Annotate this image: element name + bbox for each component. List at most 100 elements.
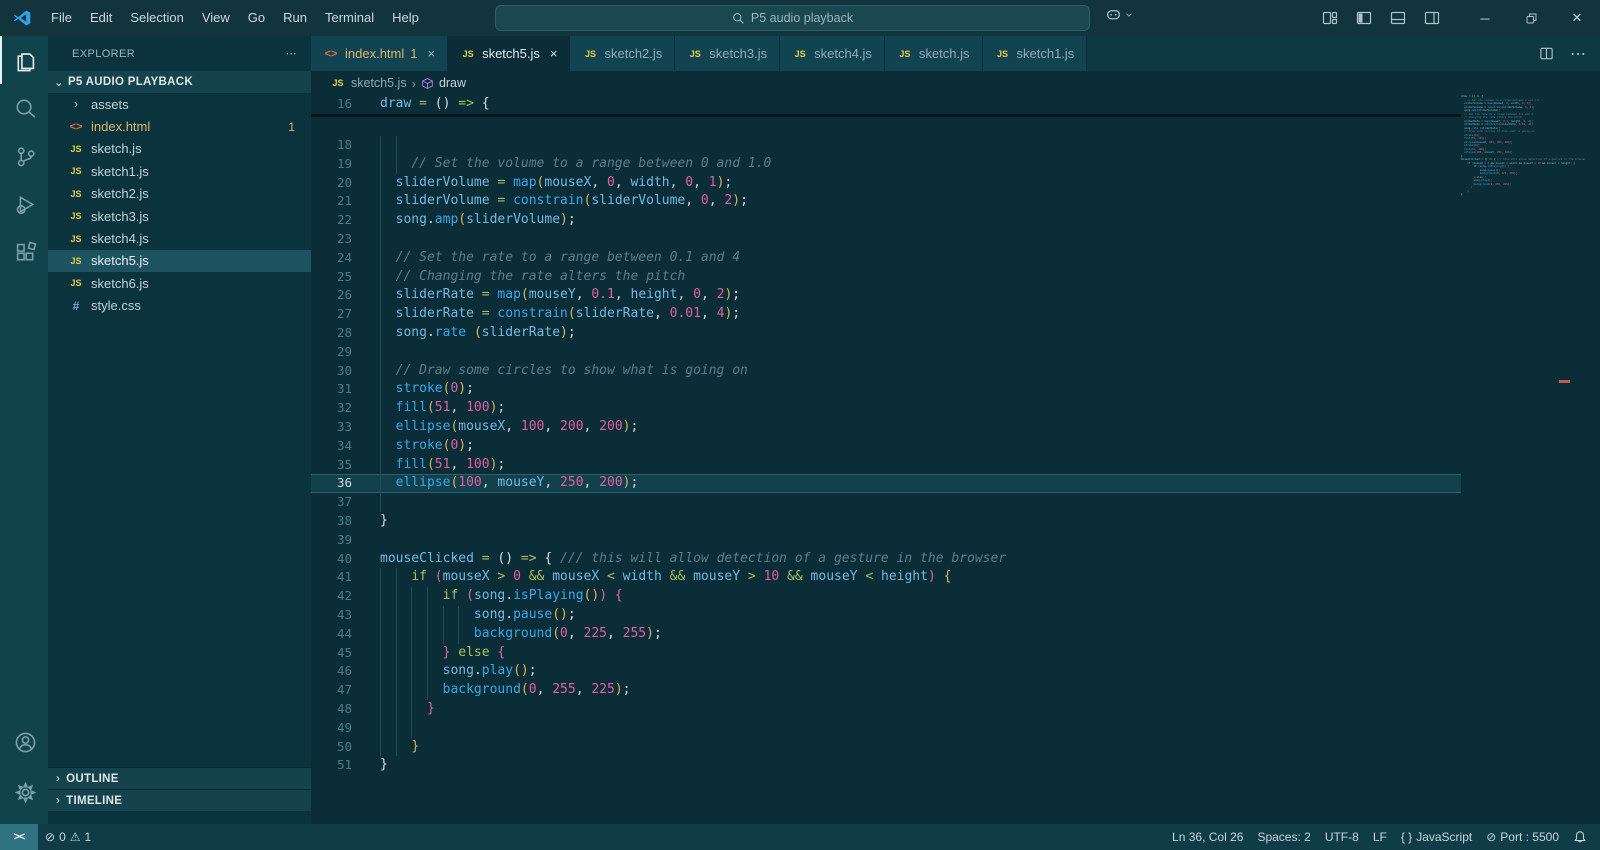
code-line-30[interactable]: 30 // Draw some circles to show what is …	[311, 361, 1461, 381]
code-line-24[interactable]: 24 // Set the rate to a range between 0.…	[311, 248, 1461, 268]
breadcrumb[interactable]: JS sketch5.js › draw	[311, 71, 1600, 95]
tab-close-icon[interactable]: ×	[427, 46, 435, 61]
code-line-26[interactable]: 26 sliderRate = map(mouseY, 0.1, height,…	[311, 286, 1461, 306]
toggle-panel-icon[interactable]	[1390, 10, 1406, 26]
code-line-37[interactable]: 37	[311, 493, 1461, 512]
code-line-18[interactable]: 18	[311, 136, 1461, 155]
code-line-45[interactable]: 45 } else {	[311, 643, 1461, 663]
tab-sketch4.js[interactable]: JS sketch4.js	[780, 36, 885, 71]
code-line-41[interactable]: 41 if (mouseX > 0 && mouseX < width && m…	[311, 568, 1461, 588]
code-line-47[interactable]: 47 background(0, 255, 225);	[311, 681, 1461, 700]
file-item-sketch6.js[interactable]: JS sketch6.js	[48, 272, 311, 294]
command-center-search[interactable]: P5 audio playback	[495, 5, 1090, 31]
close-button[interactable]: ✕	[1554, 0, 1600, 36]
file-item-index.html[interactable]: <> index.html 1	[48, 115, 311, 137]
code-line-16[interactable]: 16 draw = () => {	[311, 95, 1461, 114]
tab-sketch3.js[interactable]: JS sketch3.js	[675, 36, 781, 71]
code-line-43[interactable]: 43 song.pause();	[311, 605, 1461, 625]
cursor-position[interactable]: Ln 36, Col 26	[1165, 824, 1250, 850]
minimize-button[interactable]: ─	[1462, 0, 1508, 36]
outline-section-header[interactable]: › OUTLINE	[48, 767, 311, 789]
file-item-sketch4.js[interactable]: JS sketch4.js	[48, 227, 311, 249]
tab-sketch2.js[interactable]: JS sketch2.js	[570, 36, 676, 71]
file-item-sketch1.js[interactable]: JS sketch1.js	[48, 160, 311, 182]
menu-terminal[interactable]: Terminal	[316, 6, 383, 30]
file-item-style.css[interactable]: # style.css	[48, 295, 311, 317]
activity-explorer[interactable]	[0, 36, 48, 84]
code-area[interactable]: 16 draw = () => { 18 19 // Set the volume …	[311, 95, 1600, 824]
project-folder-header[interactable]: ⌄ P5 AUDIO PLAYBACK	[48, 71, 311, 93]
timeline-section-header[interactable]: › TIMELINE	[48, 789, 311, 811]
copilot-button[interactable]	[1105, 6, 1134, 23]
file-item-sketch2.js[interactable]: JS sketch2.js	[48, 183, 311, 205]
code-line-21[interactable]: 21 sliderVolume = constrain(sliderVolume…	[311, 192, 1461, 212]
code-line-44[interactable]: 44 background(0, 225, 255);	[311, 624, 1461, 644]
menu-edit[interactable]: Edit	[81, 6, 121, 30]
tab-index.html[interactable]: <> index.html 1 ×	[311, 36, 449, 71]
split-editor-icon[interactable]	[1539, 46, 1554, 61]
notifications-bell[interactable]	[1566, 824, 1594, 850]
code-line-51[interactable]: 51}	[311, 756, 1461, 775]
code-line-40[interactable]: 40 mouseClicked = () => { /// this will a…	[311, 550, 1461, 569]
language-status[interactable]: { } JavaScript	[1394, 824, 1479, 850]
activity-source-control[interactable]	[0, 132, 48, 180]
live-server-port[interactable]: ⊘ Port : 5500	[1479, 824, 1566, 850]
tab-sketch5.js[interactable]: JS sketch5.js ×	[448, 36, 571, 71]
toggle-sidebar-icon[interactable]	[1356, 10, 1372, 26]
activity-account[interactable]	[0, 718, 48, 766]
code-line-29[interactable]: 29	[311, 342, 1461, 362]
breadcrumb-symbol[interactable]: draw	[439, 76, 466, 90]
remote-indicator[interactable]: ><	[0, 824, 38, 850]
code-line-49[interactable]: 49	[311, 718, 1461, 738]
code-line-32[interactable]: 32 fill(51, 100);	[311, 399, 1461, 418]
code-line-50[interactable]: 50 }	[311, 737, 1461, 757]
code-line-48[interactable]: 48 }	[311, 699, 1461, 719]
file-item-sketch.js[interactable]: JS sketch.js	[48, 138, 311, 160]
indentation-status[interactable]: Spaces: 2	[1250, 824, 1317, 850]
code-line-27[interactable]: 27 sliderRate = constrain(sliderRate, 0.…	[311, 305, 1461, 324]
menu-view[interactable]: View	[193, 6, 239, 30]
code-line-36[interactable]: 36 ellipse(100, mouseY, 250, 200);	[311, 474, 1461, 494]
code-line-46[interactable]: 46 song.play();	[311, 662, 1461, 682]
menu-help[interactable]: Help	[383, 6, 428, 30]
activity-search[interactable]	[0, 84, 48, 132]
activity-extensions[interactable]	[0, 228, 48, 276]
menu-go[interactable]: Go	[239, 6, 274, 30]
code-line-33[interactable]: 33 ellipse(mouseX, 100, 200, 200);	[311, 417, 1461, 437]
file-item-sketch3.js[interactable]: JS sketch3.js	[48, 205, 311, 227]
customize-layout-icon[interactable]	[1322, 10, 1338, 26]
code-line-38[interactable]: 38}	[311, 512, 1461, 531]
file-item-assets[interactable]: › assets	[48, 93, 311, 115]
file-item-sketch5.js[interactable]: JS sketch5.js	[48, 249, 311, 273]
code-line-35[interactable]: 35 fill(51, 100);	[311, 455, 1461, 475]
more-actions-icon[interactable]: ⋯	[1570, 44, 1586, 64]
tab-sketch1.js[interactable]: JS sketch1.js	[982, 36, 1088, 71]
code-line-28[interactable]: 28 song.rate (sliderRate);	[311, 323, 1461, 343]
code-line-31[interactable]: 31 stroke(0);	[311, 380, 1461, 400]
tab-close-icon[interactable]: ×	[550, 46, 558, 61]
encoding-status[interactable]: UTF-8	[1318, 824, 1366, 850]
code-line-23[interactable]: 23	[311, 229, 1461, 249]
minimap[interactable]: draw = () => { // Set the volume to a ra…	[1461, 95, 1586, 824]
maximize-button[interactable]	[1508, 0, 1554, 36]
menu-run[interactable]: Run	[274, 6, 316, 30]
problems-status[interactable]: ⊘ 0 ⚠ 1	[38, 824, 98, 850]
tab-sketch.js[interactable]: JS sketch.js	[884, 36, 983, 71]
code-line-22[interactable]: 22 song.amp(sliderVolume);	[311, 211, 1461, 230]
breadcrumb-file[interactable]: sketch5.js	[351, 76, 407, 90]
code-line-19[interactable]: 19 // Set the volume to a range between …	[311, 154, 1461, 174]
code-line-39[interactable]: 39	[311, 531, 1461, 550]
overview-ruler[interactable]	[1557, 95, 1600, 824]
explorer-more-actions-icon[interactable]: ⋯	[286, 47, 297, 60]
sticky-scroll-line[interactable]: 16 draw = () => {	[311, 95, 1461, 117]
code-line-42[interactable]: 42 if (song.isPlaying()) {	[311, 587, 1461, 606]
menu-selection[interactable]: Selection	[121, 6, 192, 30]
code-line-34[interactable]: 34 stroke(0);	[311, 436, 1461, 456]
activity-run-debug[interactable]	[0, 180, 48, 228]
activity-settings[interactable]	[0, 768, 48, 816]
menu-file[interactable]: File	[42, 6, 81, 30]
eol-status[interactable]: LF	[1366, 824, 1394, 850]
code-line-25[interactable]: 25 // Changing the rate alters the pitch	[311, 267, 1461, 287]
toggle-secondary-sidebar-icon[interactable]	[1424, 10, 1440, 26]
code-line-20[interactable]: 20 sliderVolume = map(mouseX, 0, width, …	[311, 173, 1461, 193]
